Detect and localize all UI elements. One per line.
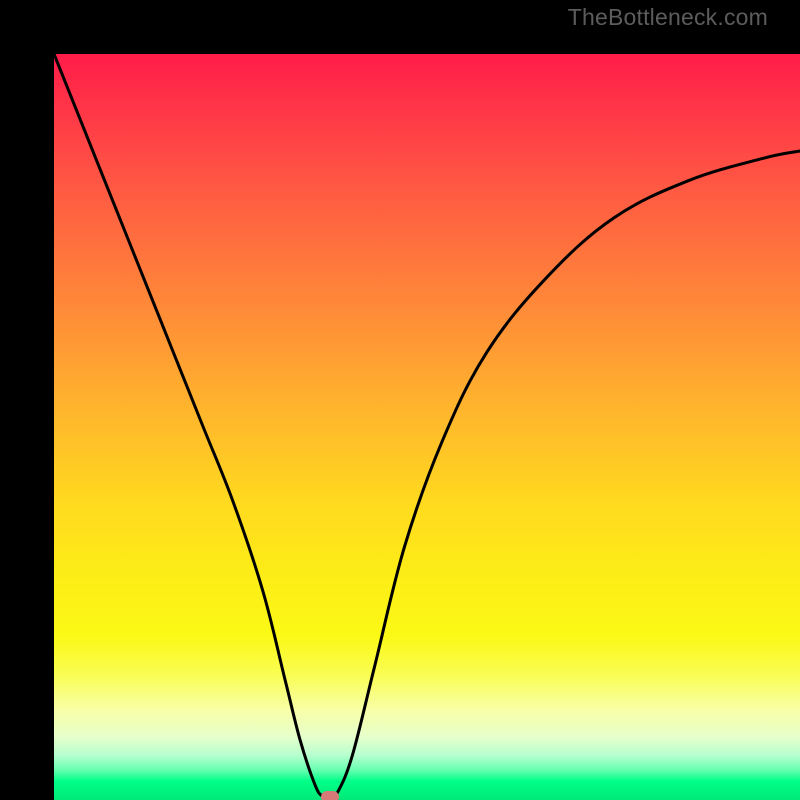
- minimum-point-marker: [321, 791, 339, 800]
- bottleneck-curve: [54, 54, 800, 800]
- chart-frame: [0, 0, 800, 800]
- watermark-text: TheBottleneck.com: [568, 4, 768, 31]
- plot-area: [54, 54, 800, 800]
